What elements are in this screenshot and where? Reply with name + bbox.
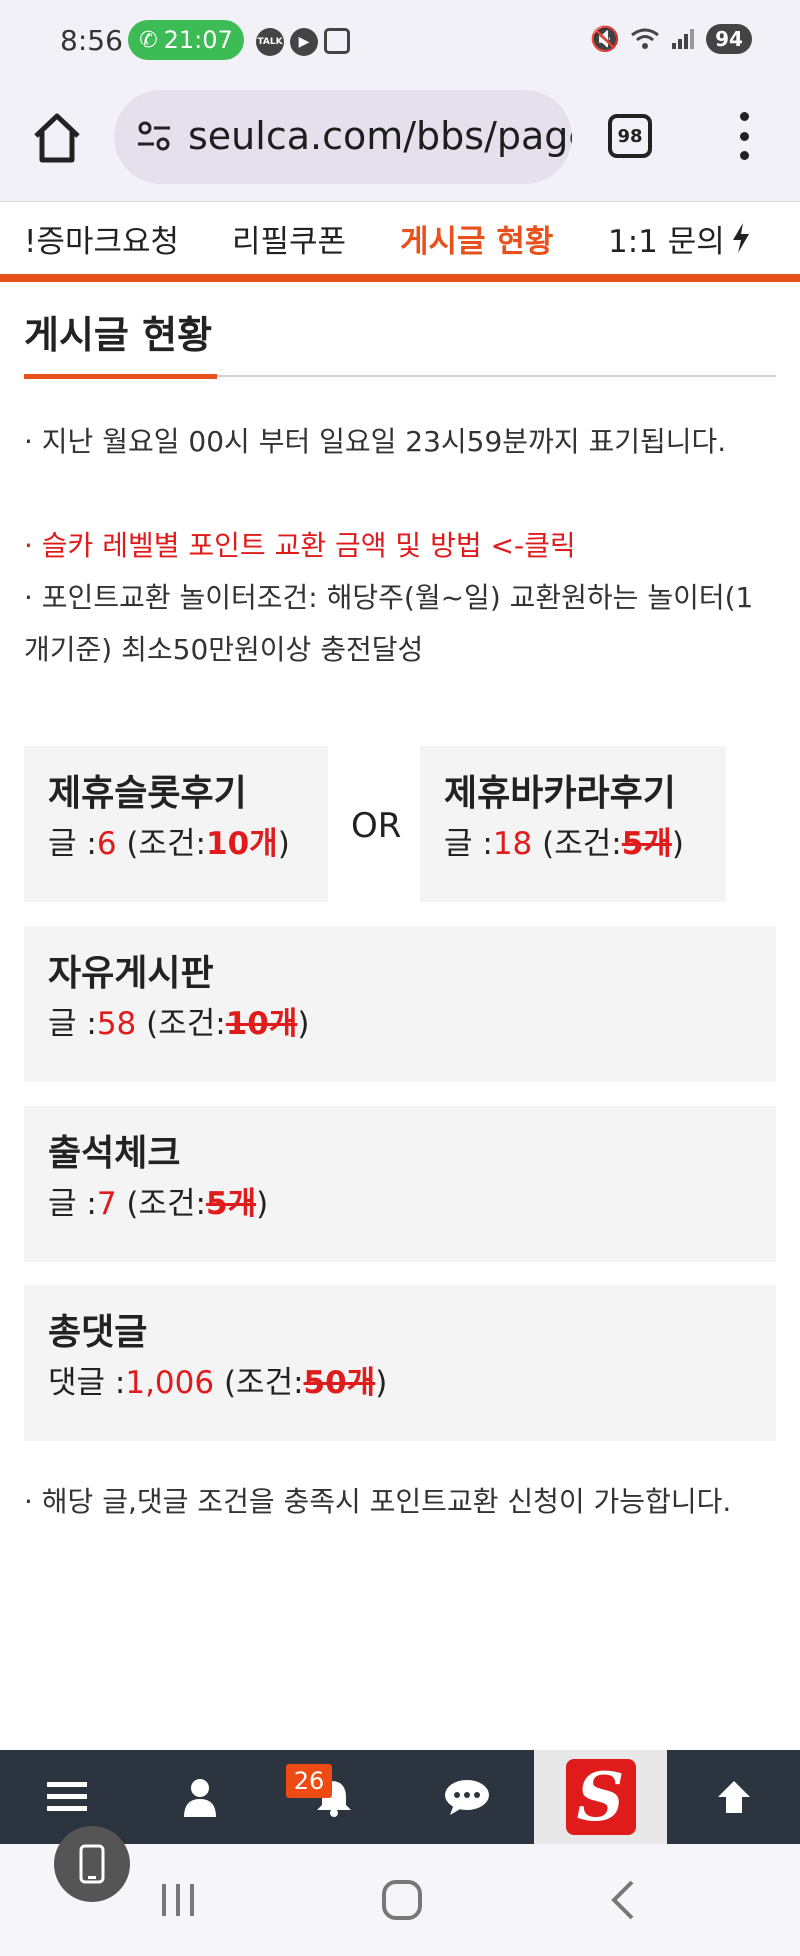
site-nav: !증마크요청 리필쿠폰 게시글 현황 1:1 문의: [0, 202, 800, 282]
home-nav-icon[interactable]: [380, 1878, 424, 1922]
site-logo-button[interactable]: S: [534, 1750, 667, 1844]
user-icon: [183, 1779, 216, 1817]
call-timer-pill[interactable]: ✆ 21:07: [128, 20, 244, 60]
url-text: seulca.com/bbs/page: [188, 114, 572, 158]
card-cond-open: (조건:: [542, 826, 622, 862]
notice-exchange-condition: · 포인트교환 놀이터조건: 해당주(월~일) 교환원하는 놀이터(1개기준) …: [24, 581, 754, 666]
profile-button[interactable]: [133, 1750, 266, 1844]
card-stat-line: 글 :58 (조건:10개): [48, 1002, 752, 1046]
or-label: OR: [351, 806, 402, 846]
card-requirement: 5개: [621, 826, 672, 862]
nav-item-inquiry-label: 1:1 문의: [608, 223, 725, 260]
card-cond-open: (조건:: [126, 1186, 207, 1222]
address-bar[interactable]: seulca.com/bbs/page: [114, 90, 572, 184]
card-count: 18: [492, 826, 533, 862]
card-title: 제휴슬롯후기: [48, 773, 247, 814]
card-stat-line: 글 :18 (조건:5개): [444, 822, 702, 866]
hamburger-menu-button[interactable]: [0, 1750, 133, 1844]
stat-card-free-board: 자유게시판 글 :58 (조건:10개): [24, 926, 776, 1082]
screenshot-notification-icon: [324, 28, 350, 54]
talk-notification-icon: TALK: [256, 28, 284, 56]
card-requirement: 10개: [225, 1006, 298, 1042]
card-stat-line: 글 :7 (조건:5개): [48, 1182, 752, 1226]
title-accent-bar: [24, 374, 217, 379]
hamburger-icon: [46, 1782, 87, 1811]
card-title: 제휴바카라후기: [444, 773, 676, 814]
browser-menu-icon[interactable]: [732, 112, 756, 160]
card-cond-close: ): [297, 1006, 310, 1042]
chat-bubble-icon: [444, 1780, 489, 1815]
card-title: 출석체크: [48, 1133, 181, 1174]
back-nav-icon[interactable]: [608, 1878, 638, 1922]
stat-card-total-comments: 총댓글 댓글 :1,006 (조건:50개): [24, 1285, 776, 1441]
card-requirement: 10개: [206, 826, 278, 862]
stat-card-attendance: 출석체크 글 :7 (조건:5개): [24, 1106, 776, 1262]
card-title: 자유게시판: [48, 953, 214, 994]
nav-item-refill-coupon[interactable]: 리필쿠폰: [232, 202, 346, 274]
card-count: 6: [96, 826, 117, 862]
card-cond-close: ): [277, 826, 290, 862]
system-tray: 🔇 94: [590, 24, 752, 54]
card-prefix: 글 :: [48, 826, 97, 862]
card-title: 총댓글: [48, 1312, 148, 1353]
card-cond-close: ): [671, 826, 684, 862]
nav-underline: [0, 274, 800, 282]
card-cond-open: (조건:: [126, 826, 207, 862]
nav-item-inquiry[interactable]: 1:1 문의: [608, 202, 753, 274]
card-prefix: 댓글 :: [48, 1365, 126, 1401]
notification-count-badge: 26: [286, 1764, 332, 1798]
signal-icon: [672, 29, 694, 49]
stat-card-baccarat-review: 제휴바카라후기 글 :18 (조건:5개): [420, 746, 726, 902]
card-stat-line: 댓글 :1,006 (조건:50개): [48, 1361, 752, 1405]
card-count: 58: [96, 1006, 137, 1042]
site-logo: S: [565, 1758, 636, 1836]
notice-period: · 지난 월요일 00시 부터 일요일 23시59분까지 표기됩니다.: [24, 425, 727, 458]
mute-icon: 🔇: [590, 25, 620, 53]
tab-switcher-button[interactable]: 98: [608, 114, 652, 158]
card-cond-close: ): [375, 1365, 388, 1401]
card-cond-open: (조건:: [146, 1006, 226, 1042]
nav-item-mark-request[interactable]: !증마크요청: [24, 202, 179, 274]
site-bottom-toolbar: S: [0, 1750, 800, 1844]
card-prefix: 글 :: [444, 826, 493, 862]
status-bar: 8:56 ✆ 21:07 TALK ▶ 🔇 94: [0, 0, 800, 84]
call-timer: 21:07: [163, 26, 233, 54]
site-settings-icon[interactable]: [136, 118, 172, 154]
browser-toolbar: seulca.com/bbs/page 98: [0, 84, 800, 202]
home-icon[interactable]: [32, 110, 82, 166]
stat-card-slot-review: 제휴슬롯후기 글 :6 (조건:10개): [24, 746, 328, 902]
card-requirement: 50개: [303, 1365, 376, 1401]
play-notification-icon: ▶: [290, 28, 318, 56]
card-prefix: 글 :: [48, 1006, 97, 1042]
nav-item-post-status[interactable]: 게시글 현황: [400, 202, 553, 274]
status-time: 8:56: [60, 24, 123, 57]
card-requirement: 5개: [206, 1186, 257, 1222]
chat-button[interactable]: [400, 1750, 533, 1844]
recent-apps-icon[interactable]: [158, 1880, 198, 1920]
card-stat-line: 글 :6 (조건:10개): [48, 822, 304, 866]
card-count: 1,006: [125, 1365, 215, 1401]
notice-exchange-link[interactable]: · 슬카 레벨별 포인트 교환 금액 및 방법 <-클릭: [24, 520, 776, 572]
scroll-top-button[interactable]: [667, 1750, 800, 1844]
arrow-up-icon: [717, 1781, 750, 1813]
card-cond-open: (조건:: [223, 1365, 304, 1401]
notice-footer: · 해당 글,댓글 조건을 충족시 포인트교환 신청이 가능합니다.: [24, 1485, 732, 1518]
battery-icon: 94: [706, 24, 752, 54]
wifi-icon: [631, 28, 659, 49]
card-prefix: 글 :: [48, 1186, 97, 1222]
phone-icon: ✆: [139, 27, 158, 53]
page-title: 게시글 현황: [24, 313, 213, 357]
phone-device-icon: [79, 1844, 105, 1884]
floating-device-button[interactable]: [54, 1826, 130, 1902]
card-count: 7: [96, 1186, 117, 1222]
card-cond-close: ): [256, 1186, 269, 1222]
lightning-icon: [732, 223, 749, 253]
